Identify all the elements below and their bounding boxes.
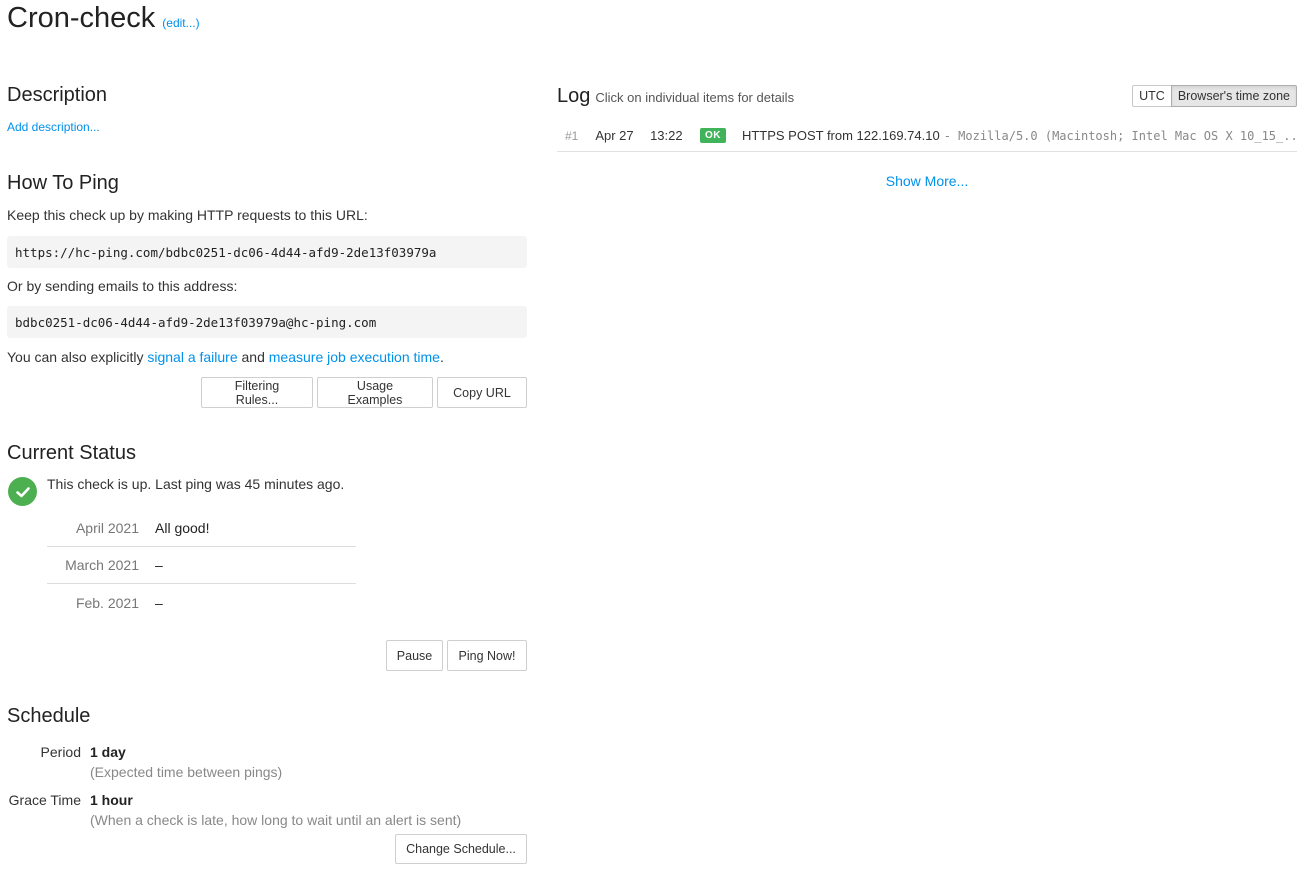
status-line: This check is up. Last ping was 45 minut… [7, 463, 344, 506]
ping-url-field[interactable]: https://hc-ping.com/bdbc0251-dc06-4d44-a… [7, 236, 527, 268]
usage-examples-button[interactable]: Usage Examples [317, 377, 433, 408]
also-prefix: You can also explicitly [7, 349, 148, 365]
grace-hint: (When a check is late, how long to wait … [90, 812, 462, 828]
status-buttons: Pause Ping Now! [386, 640, 527, 671]
pause-button[interactable]: Pause [386, 640, 443, 671]
measure-time-link[interactable]: measure job execution time [269, 349, 440, 365]
show-more-wrapper: Show More... [557, 173, 1297, 189]
log-subheading: Click on individual items for details [595, 90, 795, 105]
add-description-link[interactable]: Add description... [7, 120, 100, 134]
ping-buttons: Filtering Rules... Usage Examples Copy U… [201, 377, 527, 408]
current-status-heading: Current Status [7, 442, 136, 464]
ping-email-field[interactable]: bdbc0251-dc06-4d44-afd9-2de13f03979a@hc-… [7, 306, 527, 338]
log-entry-number: #1 [565, 128, 579, 143]
period-hint: (Expected time between pings) [90, 764, 283, 780]
log-entry-time: 13:22 [650, 128, 683, 143]
timezone-utc-button[interactable]: UTC [1132, 85, 1172, 107]
show-more-link[interactable]: Show More... [886, 173, 968, 189]
change-schedule-button[interactable]: Change Schedule... [395, 834, 527, 864]
month-label: Feb. 2021 [75, 594, 139, 611]
ping-now-button[interactable]: Ping Now! [447, 640, 527, 671]
filtering-rules-button[interactable]: Filtering Rules... [201, 377, 313, 408]
log-header: Log Click on individual items for detail… [557, 85, 794, 108]
check-circle-icon [8, 477, 37, 506]
period-row: Period 1 day (Expected time between ping… [7, 742, 527, 782]
ok-badge: OK [699, 128, 726, 143]
month-value: – [155, 594, 163, 611]
log-entry-event: HTTPS POST from 122.169.74.10 [741, 128, 940, 143]
page-title: Cron-check [7, 2, 156, 34]
also-and: and [237, 349, 269, 365]
month-row: April 2021 All good! [47, 510, 356, 547]
log-entry-date: Apr 27 [595, 128, 634, 143]
month-value: – [155, 557, 163, 573]
email-intro-text: Or by sending emails to this address: [7, 278, 238, 294]
month-row: Feb. 2021 – [47, 584, 356, 621]
period-value: 1 day [90, 744, 126, 760]
monthly-status-table: April 2021 All good! March 2021 – Feb. 2… [47, 510, 356, 621]
schedule-buttons: Change Schedule... [395, 834, 527, 864]
also-suffix: . [439, 349, 444, 365]
how-to-ping-heading: How To Ping [7, 172, 119, 194]
schedule-details: Period 1 day (Expected time between ping… [7, 742, 527, 830]
description-heading: Description [7, 84, 108, 106]
month-label: April 2021 [75, 520, 139, 536]
log-heading: Log [557, 85, 591, 107]
period-label: Period [40, 744, 81, 760]
url-intro-text: Keep this check up by making HTTP reques… [7, 207, 368, 223]
timezone-toggle: UTC Browser's time zone [1132, 85, 1297, 107]
edit-check-link[interactable]: (edit...) [162, 16, 199, 30]
status-text: This check is up. Last ping was 45 minut… [47, 475, 345, 492]
schedule-heading: Schedule [7, 705, 91, 727]
signal-failure-link[interactable]: signal a failure [147, 349, 237, 365]
log-entry-user-agent: - Mozilla/5.0 (Macintosh; Intel Mac OS X… [943, 128, 1297, 143]
also-explicitly-text: You can also explicitly signal a failure… [7, 349, 444, 365]
month-row: March 2021 – [47, 547, 356, 584]
title-row: Cron-check (edit...) [7, 2, 200, 35]
grace-row: Grace Time 1 hour (When a check is late,… [7, 790, 527, 830]
copy-url-button[interactable]: Copy URL [437, 377, 527, 408]
grace-value: 1 hour [90, 792, 133, 808]
grace-label: Grace Time [8, 792, 81, 808]
month-label: March 2021 [65, 557, 139, 573]
timezone-browser-button[interactable]: Browser's time zone [1170, 85, 1297, 107]
log-entry[interactable]: #1 Apr 27 13:22 OK HTTPS POST from 122.1… [557, 120, 1297, 152]
month-value: All good! [155, 520, 210, 536]
